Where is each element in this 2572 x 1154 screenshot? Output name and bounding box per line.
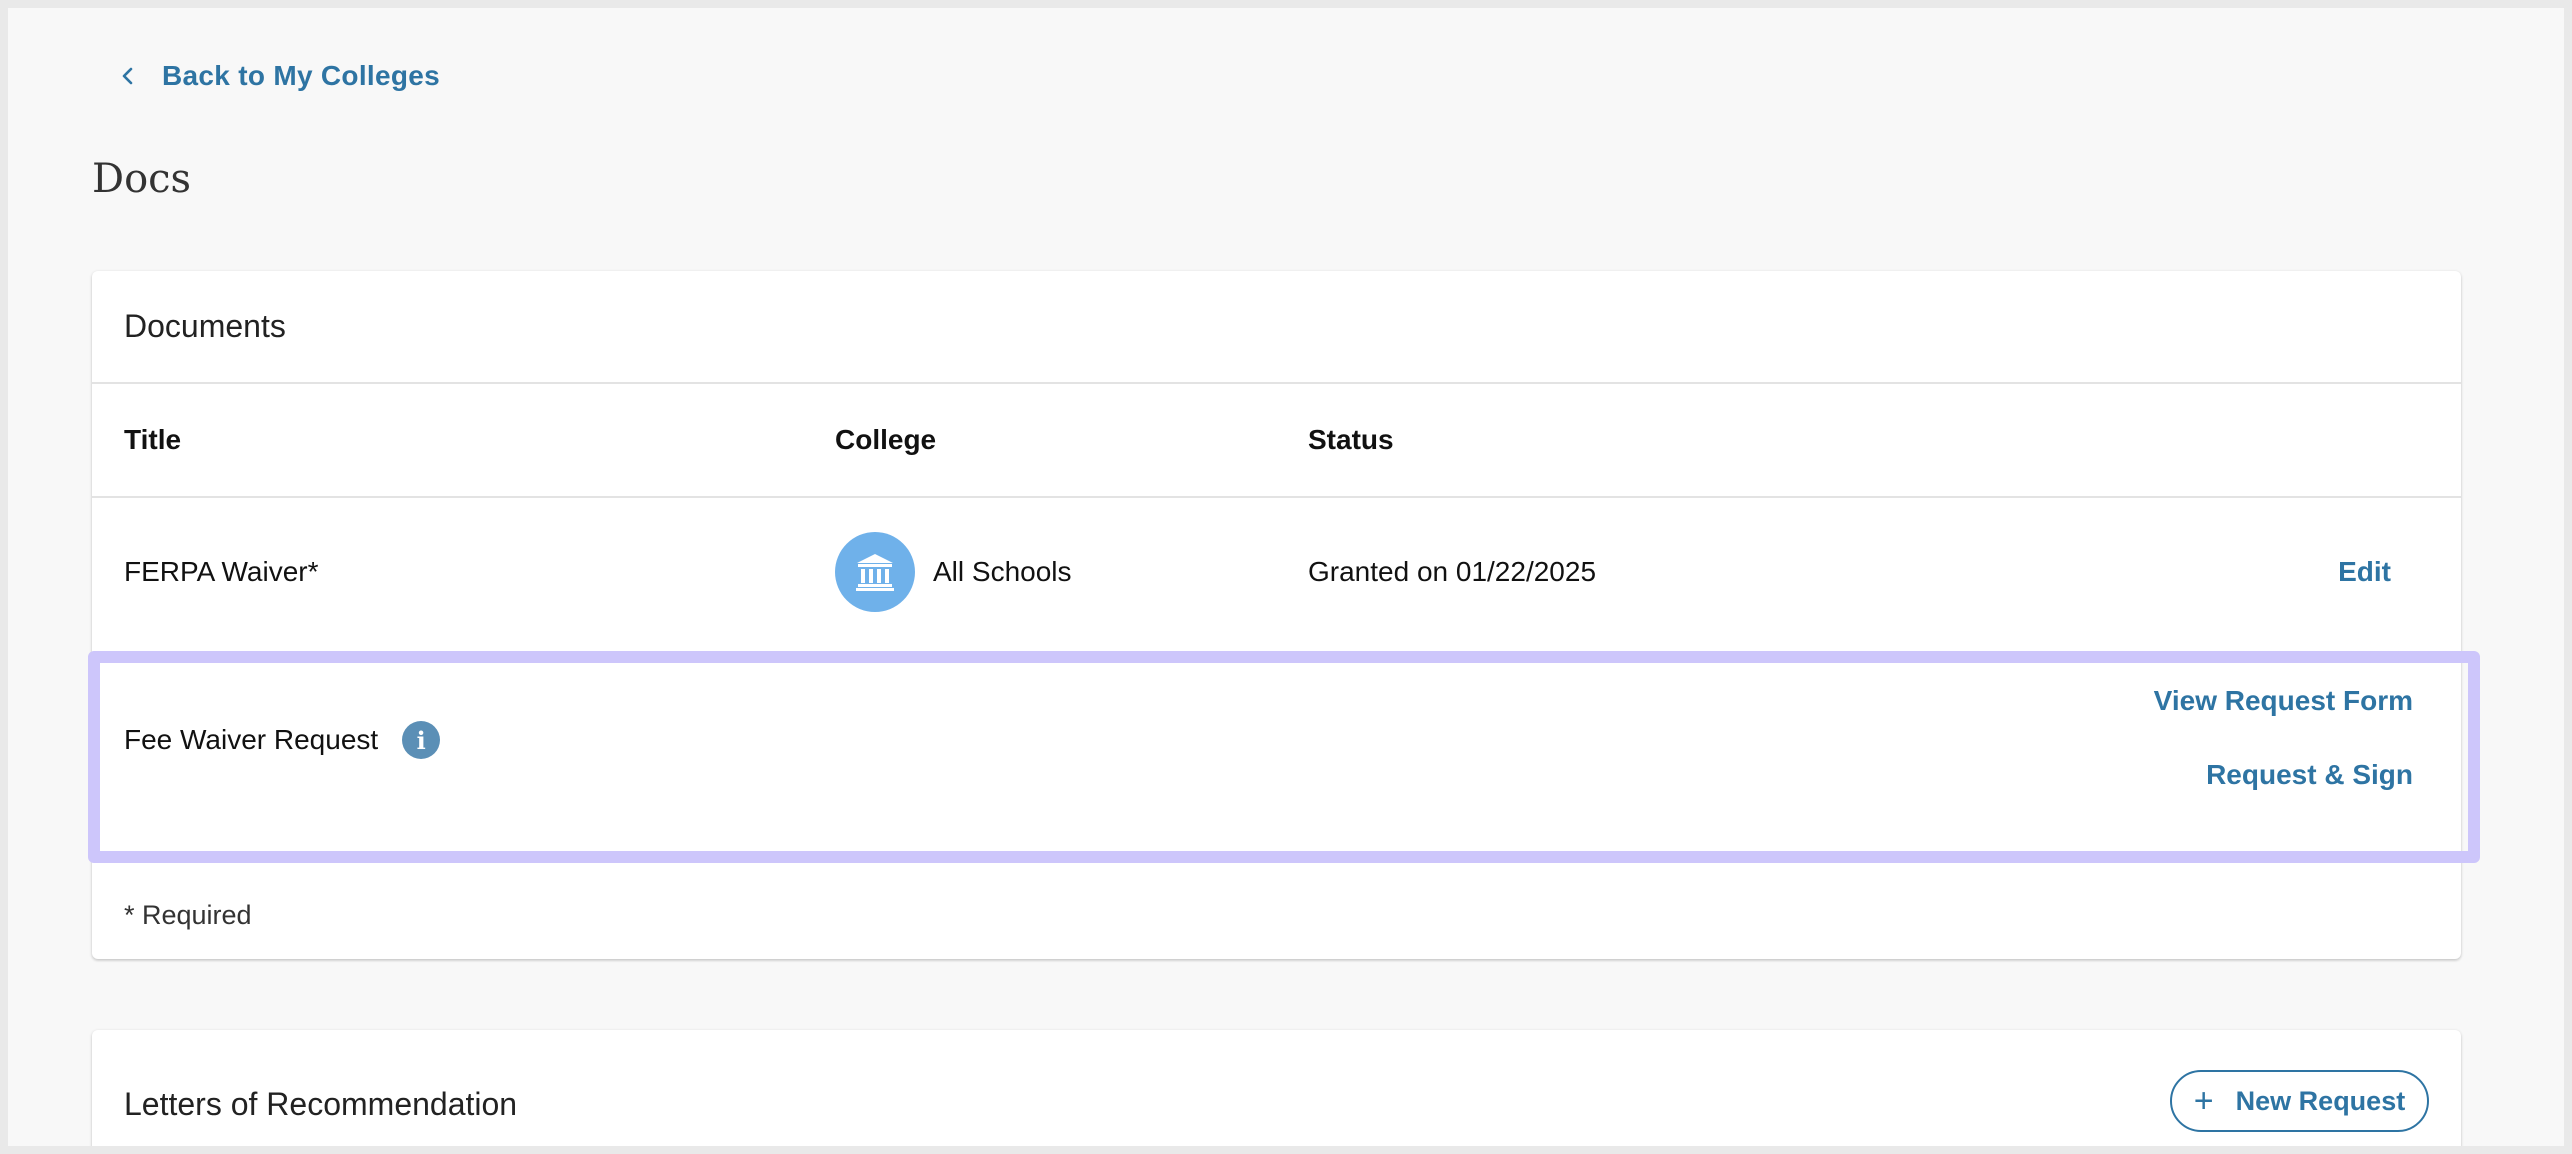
college-cell: All Schools (835, 531, 1072, 612)
table-row-ferpa-waiver: FERPA Waiver* All Schools Granted on 01/… (92, 498, 2461, 645)
fee-waiver-title-group: Fee Waiver Request i (124, 721, 441, 759)
new-request-button[interactable]: + New Request (2170, 1070, 2429, 1132)
page: Back to My Colleges Docs Documents Title… (8, 8, 2564, 1146)
back-to-my-colleges-link[interactable]: Back to My Colleges (118, 60, 440, 92)
fee-waiver-title: Fee Waiver Request (124, 724, 379, 755)
letters-card: Letters of Recommendation + New Request (92, 1030, 2461, 1146)
new-request-label: New Request (2235, 1085, 2406, 1116)
documents-header: Documents (92, 271, 2461, 384)
back-link-label: Back to My Colleges (162, 60, 441, 91)
plus-icon: + (2193, 1082, 2214, 1120)
document-title: FERPA Waiver* (124, 555, 319, 587)
view-request-form-link[interactable]: View Request Form (2154, 685, 2413, 717)
fee-waiver-actions: View Request Form Request & Sign (2154, 685, 2413, 791)
required-note: * Required (124, 900, 252, 930)
info-icon[interactable]: i (402, 721, 441, 759)
documents-card: Documents Title College Status FERPA Wai… (92, 271, 2461, 959)
documents-table-header: Title College Status (92, 384, 2461, 498)
request-and-sign-link[interactable]: Request & Sign (2206, 759, 2413, 791)
document-status: Granted on 01/22/2025 (1308, 555, 1597, 587)
college-avatar (835, 531, 915, 612)
institution-icon (856, 553, 894, 591)
column-header-college: College (835, 424, 937, 455)
column-header-status: Status (1308, 424, 1394, 455)
table-row-fee-waiver: Fee Waiver Request i View Request Form R… (92, 645, 2461, 835)
page-title: Docs (92, 156, 192, 202)
column-header-title: Title (124, 424, 182, 455)
edit-link[interactable]: Edit (2338, 556, 2391, 588)
letters-header: Letters of Recommendation (124, 1086, 518, 1122)
chevron-left-icon (122, 67, 133, 85)
college-name: All Schools (933, 555, 1072, 587)
